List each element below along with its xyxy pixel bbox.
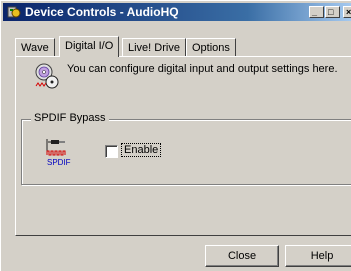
close-window-button[interactable]: × [343, 6, 351, 18]
spdif-enable-label[interactable]: Enable [120, 143, 162, 157]
digital-io-cd-icon [35, 63, 59, 89]
tab-wave[interactable]: Wave [15, 38, 55, 56]
tab-options[interactable]: Options [186, 38, 236, 56]
device-controls-window: Device Controls - AudioHQ _ □ × Wave Dig… [0, 0, 351, 271]
spdif-connector-icon: SPDIF [46, 139, 71, 167]
maximize-button[interactable]: □ [325, 6, 340, 18]
window-title: Device Controls - AudioHQ [25, 5, 179, 19]
spdif-enable-checkbox[interactable] [105, 145, 118, 158]
tab-live-drive[interactable]: Live! Drive [122, 38, 186, 56]
tab-digital-io[interactable]: Digital I/O [59, 36, 120, 57]
minimize-icon: _ [312, 7, 318, 17]
minimize-button[interactable]: _ [309, 6, 324, 18]
title-bar[interactable]: Device Controls - AudioHQ _ □ × [3, 3, 351, 21]
help-button[interactable]: Help [285, 245, 351, 267]
close-icon: × [346, 7, 351, 17]
info-text: You can configure digital input and outp… [67, 63, 338, 75]
app-icon [7, 6, 21, 18]
spdif-bypass-legend: SPDIF Bypass [31, 112, 109, 124]
spdif-icon-text: SPDIF [47, 158, 71, 167]
close-button[interactable]: Close [205, 245, 279, 267]
maximize-icon: □ [328, 7, 334, 17]
